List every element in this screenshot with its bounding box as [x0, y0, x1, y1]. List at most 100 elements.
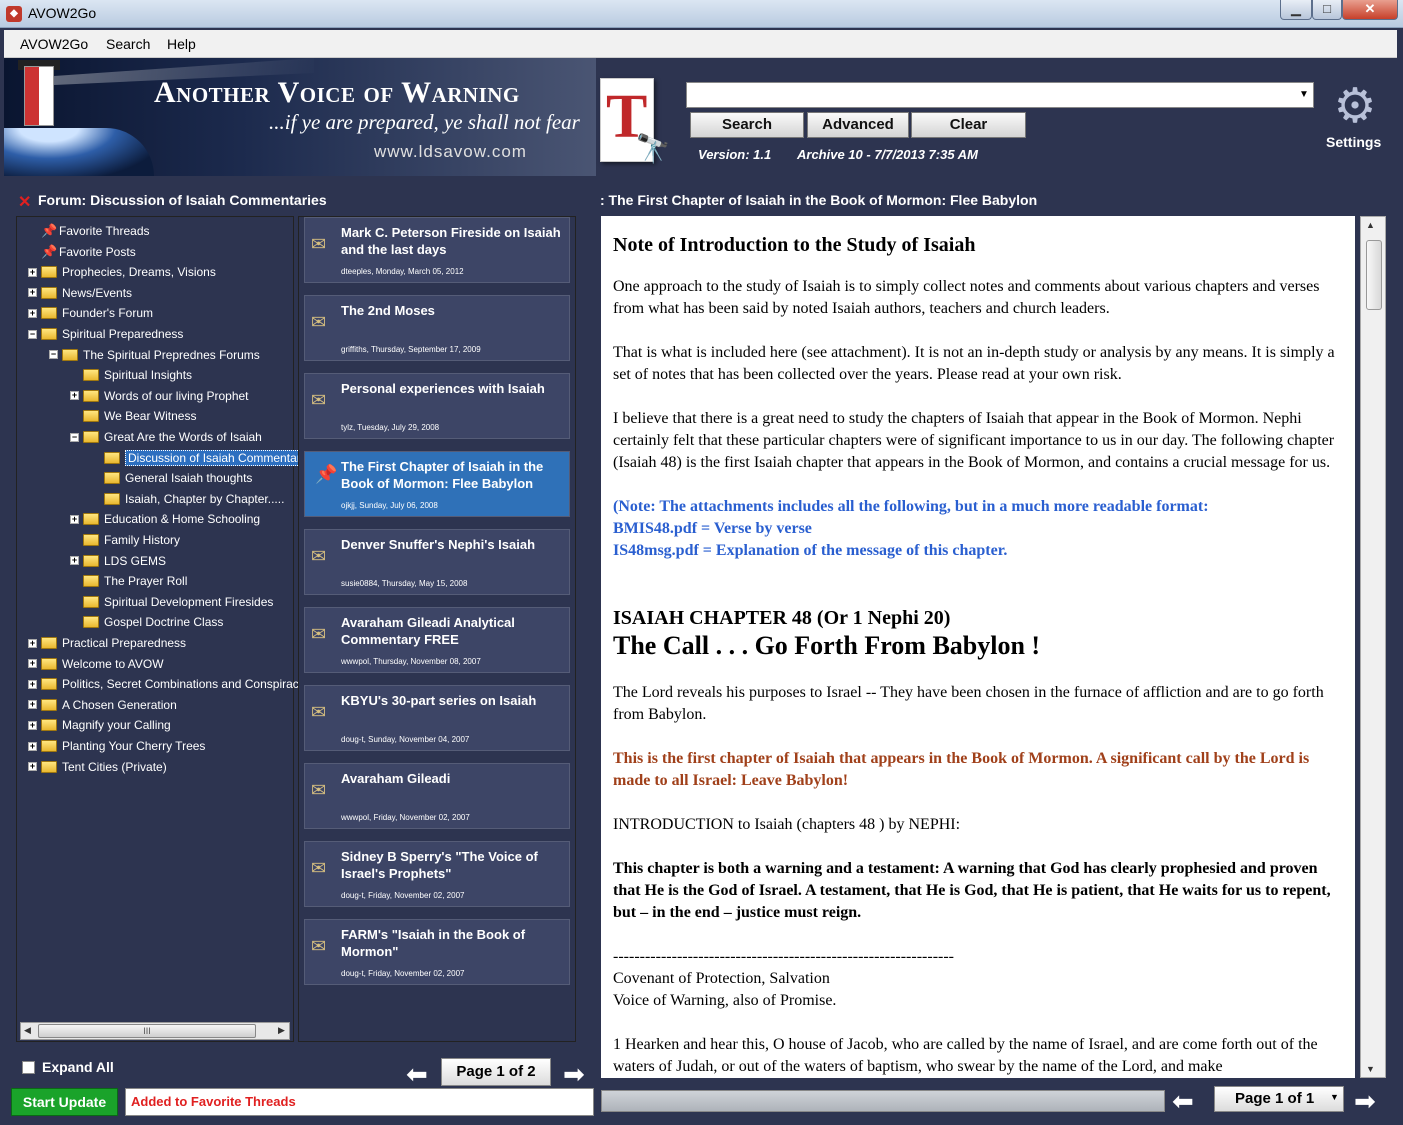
threads-page-indicator[interactable]: Page 1 of 2 — [441, 1058, 551, 1086]
close-forum-icon[interactable]: ✕ — [18, 192, 31, 212]
maximize-button[interactable]: □ — [1312, 0, 1342, 20]
thread-item[interactable]: ✉ Avaraham Gileadi Analytical Commentary … — [304, 607, 570, 673]
expand-icon[interactable]: + — [28, 267, 37, 277]
start-update-button[interactable]: Start Update — [11, 1088, 118, 1116]
expand-icon[interactable]: + — [28, 679, 37, 689]
thread-item[interactable]: ✉ FARM's "Isaiah in the Book of Mormon" do… — [304, 919, 570, 985]
thread-item[interactable]: ✉ Personal experiences with Isaiah tylz, T… — [304, 373, 570, 439]
tree-item[interactable]: + Politics, Secret Combinations and Consp… — [28, 674, 308, 694]
chevron-down-icon[interactable]: ▼ — [1330, 1092, 1339, 1102]
expand-icon[interactable]: + — [28, 288, 37, 298]
folder-icon — [104, 492, 120, 505]
collapse-icon[interactable]: − — [49, 350, 58, 360]
content-vertical-scrollbar[interactable] — [1360, 216, 1386, 1078]
thread-item[interactable]: ✉ KBYU's 30-part series on Isaiah doug-t, … — [304, 685, 570, 751]
collapse-icon[interactable]: − — [28, 329, 37, 339]
settings-label[interactable]: Settings — [1326, 134, 1381, 150]
tree-item[interactable]: 📌 Favorite Threads — [28, 221, 150, 241]
tree-item-label: Favorite Threads — [59, 224, 150, 238]
menu-help[interactable]: Help — [167, 36, 196, 52]
expand-icon[interactable]: + — [28, 308, 37, 318]
scroll-left-icon[interactable]: ◀ — [24, 1025, 31, 1036]
thread-item[interactable]: ✉ Mark C. Peterson Fireside on Isaiah and… — [304, 217, 570, 283]
gear-icon[interactable]: ⚙ — [1330, 82, 1380, 132]
attachment-link-bmis48[interactable]: BMIS48.pdf = Verse by verse — [613, 520, 812, 537]
content-prev-page-icon[interactable]: ⬅ — [1172, 1086, 1194, 1117]
tree-item[interactable]: + Welcome to AVOW — [28, 654, 164, 674]
tree-item[interactable]: + Founder's Forum — [28, 303, 153, 323]
tree-item[interactable]: − Spiritual Preparedness — [28, 324, 183, 344]
tree-item[interactable]: + A Chosen Generation — [28, 695, 177, 715]
collapse-icon[interactable]: − — [70, 432, 79, 442]
advanced-button[interactable]: Advanced — [807, 112, 909, 138]
thread-item[interactable]: ✉ Avaraham Gileadi wwwpol, Friday, Novembe… — [304, 763, 570, 829]
expand-icon[interactable]: + — [28, 659, 37, 669]
attachment-note-line: (Note: The attachments includes all the … — [613, 498, 1209, 515]
thread-item[interactable]: ✉ The 2nd Moses griffiths, Thursday, Septe… — [304, 295, 570, 361]
tree-item[interactable]: + Magnify your Calling — [28, 715, 171, 735]
expand-all-label[interactable]: Expand All — [42, 1059, 114, 1075]
threads-prev-page-icon[interactable]: ⬅ — [406, 1059, 428, 1090]
tree-item[interactable]: The Prayer Roll — [70, 571, 187, 591]
thread-item[interactable]: ✉ Sidney B Sperry's "The Voice of Israel'… — [304, 841, 570, 907]
clear-button[interactable]: Clear — [911, 112, 1026, 138]
content-next-page-icon[interactable]: ➡ — [1354, 1086, 1376, 1117]
scroll-down-icon[interactable]: ▼ — [1366, 1064, 1375, 1074]
thread-meta: tylz, Tuesday, July 29, 2008 — [341, 423, 440, 432]
search-dropdown-icon[interactable]: ▼ — [1296, 84, 1312, 106]
pushpin-icon: 📌 — [41, 223, 58, 238]
expand-icon[interactable]: + — [28, 638, 37, 648]
tree-item[interactable]: Isaiah, Chapter by Chapter..... — [91, 489, 284, 509]
thread-item[interactable]: 📌 The First Chapter of Isaiah in the Book… — [304, 451, 570, 517]
thread-title: Sidney B Sperry's "The Voice of Israel's… — [341, 849, 538, 881]
tree-item-label: Spiritual Insights — [104, 368, 193, 383]
menu-avow2go[interactable]: AVOW2Go — [20, 36, 88, 52]
tree-item[interactable]: We Bear Witness — [70, 406, 196, 426]
tree-item-label: Family History — [104, 533, 181, 547]
content-page-select[interactable]: Page 1 of 1 — [1214, 1086, 1344, 1112]
thread-title: Denver Snuffer's Nephi's Isaiah — [341, 537, 536, 552]
tree-item[interactable]: + Prophecies, Dreams, Visions — [28, 262, 216, 282]
close-button[interactable]: ✕ — [1342, 0, 1398, 20]
search-input[interactable] — [686, 82, 1314, 108]
tree-item[interactable]: + Words of our living Prophet — [70, 386, 249, 406]
progress-bar — [601, 1090, 1165, 1112]
tree-item[interactable]: + Planting Your Cherry Trees — [28, 736, 205, 756]
tree-scroll-thumb[interactable]: III — [38, 1024, 256, 1038]
thread-item[interactable]: ✉ Denver Snuffer's Nephi's Isaiah susie088… — [304, 529, 570, 595]
expand-icon[interactable]: + — [28, 741, 37, 751]
tree-item[interactable]: + News/Events — [28, 283, 132, 303]
tree-item[interactable]: Spiritual Insights — [70, 365, 192, 385]
tree-item[interactable]: Family History — [70, 530, 180, 550]
tree-item-label: Education & Home Schooling — [104, 512, 261, 527]
expand-icon[interactable]: + — [28, 700, 37, 710]
folder-icon — [83, 534, 99, 546]
tree-item[interactable]: + LDS GEMS — [70, 551, 166, 571]
scroll-right-icon[interactable]: ▶ — [278, 1025, 285, 1036]
tree-item[interactable]: − The Spiritual Preprednes Forums — [49, 345, 260, 365]
verse-paragraph: 1 Hearken and hear this, O house of Jaco… — [613, 1036, 1318, 1075]
minimize-button[interactable]: ▁ — [1280, 0, 1312, 20]
thread-title: Avaraham Gileadi Analytical Commentary F… — [341, 615, 515, 647]
tree-item[interactable]: 📌 Favorite Posts — [28, 242, 136, 262]
expand-icon[interactable]: + — [70, 556, 79, 566]
expand-all-checkbox[interactable] — [22, 1061, 35, 1074]
threads-next-page-icon[interactable]: ➡ — [563, 1059, 585, 1090]
tree-item[interactable]: Discussion of Isaiah Commentar — [91, 448, 304, 468]
tree-item[interactable]: + Practical Preparedness — [28, 633, 186, 653]
tree-item[interactable]: − Great Are the Words of Isaiah — [70, 427, 262, 447]
expand-icon[interactable]: + — [70, 514, 79, 524]
expand-icon[interactable]: + — [28, 720, 37, 730]
menu-search[interactable]: Search — [106, 36, 150, 52]
tree-item[interactable]: Gospel Doctrine Class — [70, 612, 223, 632]
tree-item[interactable]: Spiritual Development Firesides — [70, 592, 273, 612]
expand-icon[interactable]: + — [70, 391, 79, 401]
search-button[interactable]: Search — [690, 112, 804, 138]
expand-icon[interactable]: + — [28, 762, 37, 772]
tree-item[interactable]: + Education & Home Schooling — [70, 509, 260, 529]
tree-item[interactable]: General Isaiah thoughts — [91, 468, 252, 488]
content-scroll-thumb[interactable] — [1366, 240, 1382, 310]
tree-item[interactable]: + Tent Cities (Private) — [28, 757, 167, 777]
scroll-up-icon[interactable]: ▲ — [1366, 220, 1375, 230]
attachment-link-is48msg[interactable]: IS48msg.pdf = Explanation of the message… — [613, 542, 1007, 559]
